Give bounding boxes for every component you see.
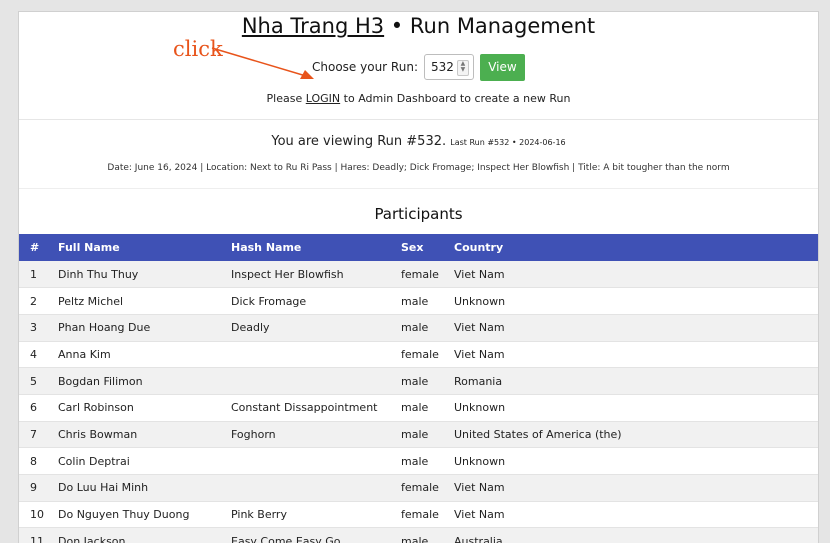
run-management-heading: Run Management xyxy=(409,14,596,38)
column-header-hash-name: Hash Name xyxy=(231,241,302,254)
page-container: Nha Trang H3 • Run Management Choose you… xyxy=(18,11,819,543)
cell-hash-name xyxy=(231,475,401,502)
cell-country: Viet Nam xyxy=(454,267,505,281)
cell-sex: male xyxy=(401,427,429,441)
cell-country: Viet Nam xyxy=(454,481,505,495)
cell-full-name: Phan Hoang Due xyxy=(58,321,151,335)
cell-full-name: Anna Kim xyxy=(58,347,111,361)
title-separator: • xyxy=(384,14,410,38)
cell-sex: female xyxy=(401,347,439,361)
login-suffix: to Admin Dashboard to create a new Run xyxy=(340,92,571,105)
cell-sex: male xyxy=(401,401,429,415)
table-row: 7 Chris Bowman Foghorn male United States of… xyxy=(19,421,818,448)
run-summary: You are viewing Run #532. Last Run #532 … xyxy=(19,120,818,189)
run-number-value: 532 xyxy=(430,60,454,74)
cell-hash-name: Constant Dissappointment xyxy=(231,401,378,415)
cell-country: Australia xyxy=(454,534,503,543)
participants-heading: Participants xyxy=(374,205,463,223)
cell-full-name: Bogdan Filimon xyxy=(58,374,143,388)
cell-full-name: Dinh Thu Thuy xyxy=(58,267,139,281)
cell-number: 11 xyxy=(30,534,44,543)
cell-number: 6 xyxy=(30,401,37,415)
cell-sex: female xyxy=(401,508,439,522)
cell-country: Viet Nam xyxy=(454,347,505,361)
cell-hash-name: Pink Berry xyxy=(231,508,287,522)
cell-sex: female xyxy=(401,481,439,495)
cell-number: 3 xyxy=(30,321,37,335)
cell-hash-name: Easy Come Easy Go xyxy=(231,534,341,543)
cell-country: Viet Nam xyxy=(454,508,505,522)
cell-sex: male xyxy=(401,321,429,335)
cell-country: United States of America (the) xyxy=(454,427,622,441)
cell-number: 5 xyxy=(30,374,37,388)
cell-hash-name: Inspect Her Blowfish xyxy=(231,267,344,281)
cell-sex: male xyxy=(401,294,429,308)
table-row: 11 Don Jackson Easy Come Easy Go male Austra… xyxy=(19,527,818,543)
cell-full-name: Do Luu Hai Minh xyxy=(58,481,149,495)
page-header: Nha Trang H3 • Run Management Choose you… xyxy=(19,12,818,120)
cell-country: Romania xyxy=(454,374,503,388)
run-details: Date: June 16, 2024 | Location: Next to … xyxy=(107,163,730,173)
cell-sex: male xyxy=(401,454,429,468)
cell-hash-name xyxy=(231,448,401,475)
view-button[interactable]: View xyxy=(479,53,525,81)
participants-body: 1 Dinh Thu Thuy Inspect Her Blowfish female… xyxy=(19,261,818,543)
cell-sex: male xyxy=(401,374,429,388)
cell-country: Unknown xyxy=(454,401,506,415)
last-run-note: Last Run #532 • 2024-06-16 xyxy=(450,138,566,147)
cell-number: 1 xyxy=(30,267,37,281)
cell-country: Unknown xyxy=(454,294,506,308)
viewing-run-text: You are viewing Run #532. Last Run #532 … xyxy=(19,134,818,149)
table-row: 2 Peltz Michel Dick Fromage male Unknown xyxy=(19,287,818,315)
table-row: 3 Phan Hoang Due Deadly male Viet Nam xyxy=(19,314,818,342)
run-selector: Choose your Run: 532 ▲ ▼ View xyxy=(19,53,818,81)
cell-full-name: Don Jackson xyxy=(58,534,126,543)
cell-full-name: Chris Bowman xyxy=(58,427,138,441)
cell-number: 8 xyxy=(30,454,37,468)
cell-full-name: Carl Robinson xyxy=(58,401,134,415)
cell-sex: female xyxy=(401,267,439,281)
cell-full-name: Peltz Michel xyxy=(58,294,124,308)
cell-hash-name: Deadly xyxy=(231,321,270,335)
annotation-arrow-icon xyxy=(211,47,314,79)
login-prefix: Please xyxy=(266,92,306,105)
table-row: 4 Anna Kim female Viet Nam xyxy=(19,341,818,368)
column-header-full-name: Full Name xyxy=(58,241,120,254)
cell-number: 10 xyxy=(30,508,44,522)
cell-number: 9 xyxy=(30,481,37,495)
cell-full-name: Colin Deptrai xyxy=(58,454,130,468)
cell-number: 2 xyxy=(30,294,37,308)
table-row: 9 Do Luu Hai Minh female Viet Nam xyxy=(19,474,818,502)
cell-hash-name: Foghorn xyxy=(231,427,276,441)
cell-hash-name: Dick Fromage xyxy=(231,294,307,308)
column-header-country: Country xyxy=(454,241,504,254)
login-link[interactable]: LOGIN xyxy=(306,92,340,105)
table-header-row: # Full Name Hash Name Sex Country xyxy=(19,234,818,261)
column-header-sex: Sex xyxy=(401,241,424,254)
login-notice: Please LOGIN to Admin Dashboard to creat… xyxy=(19,92,818,105)
cell-country: Viet Nam xyxy=(454,321,505,335)
run-number-input[interactable]: 532 ▲ ▼ xyxy=(423,54,474,80)
cell-hash-name xyxy=(231,368,401,395)
table-row: 6 Carl Robinson Constant Dissappointment ma… xyxy=(19,394,818,422)
cell-hash-name xyxy=(231,341,401,368)
table-row: 8 Colin Deptrai male Unknown xyxy=(19,447,818,475)
participants-table: # Full Name Hash Name Sex Country 1 Dinh … xyxy=(19,234,818,543)
cell-number: 4 xyxy=(30,347,37,361)
table-row: 10 Do Nguyen Thuy Duong Pink Berry female Vi… xyxy=(19,501,818,528)
number-spinner-icon[interactable]: ▲ ▼ xyxy=(456,60,469,76)
cell-full-name: Do Nguyen Thuy Duong xyxy=(58,508,190,522)
viewing-run-label: You are viewing Run #532. xyxy=(271,134,447,149)
cell-country: Unknown xyxy=(454,454,506,468)
table-row: 5 Bogdan Filimon male Romania xyxy=(19,367,818,395)
site-title-link[interactable]: Nha Trang H3 xyxy=(242,14,384,38)
column-header-number: # xyxy=(30,241,40,254)
cell-sex: male xyxy=(401,534,429,543)
page-title: Nha Trang H3 • Run Management xyxy=(19,14,818,38)
table-row: 1 Dinh Thu Thuy Inspect Her Blowfish female… xyxy=(19,261,818,288)
cell-number: 7 xyxy=(30,427,37,441)
